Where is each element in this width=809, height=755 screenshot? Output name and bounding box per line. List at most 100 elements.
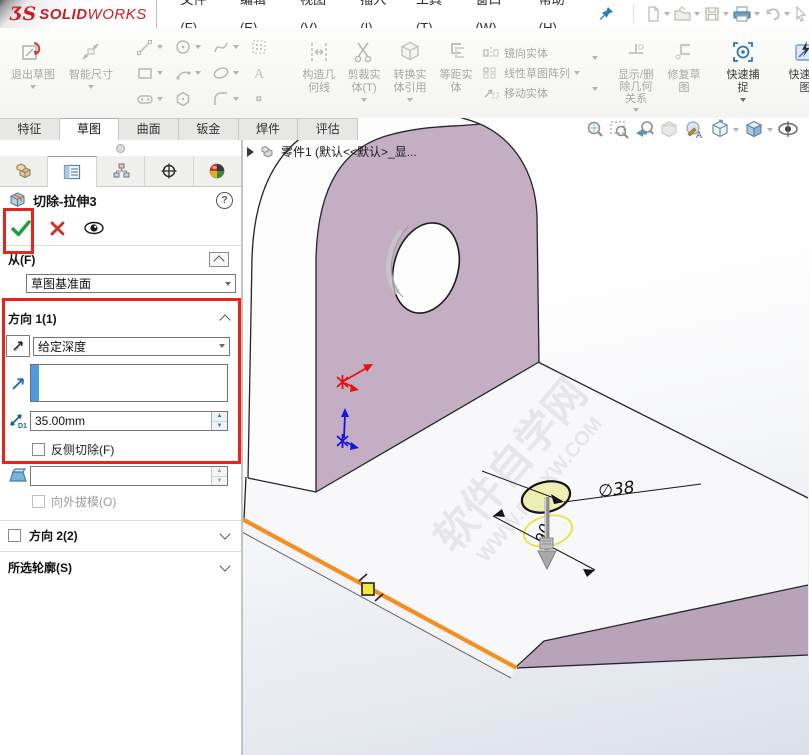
spline-tool[interactable] <box>208 34 246 60</box>
reverse-direction-button[interactable] <box>6 335 30 357</box>
tab-weldments[interactable]: 焊件 <box>239 118 299 140</box>
featuremanager-tab[interactable] <box>0 156 48 186</box>
save-caret[interactable] <box>723 12 729 16</box>
exit-sketch-button[interactable]: 退出草图 <box>4 31 62 115</box>
ribbon-overflow-carets[interactable] <box>588 28 602 118</box>
preview-eye-button[interactable] <box>83 220 105 236</box>
tab-evaluate[interactable]: 评估 <box>298 118 358 140</box>
flip-side-checkbox[interactable] <box>32 443 45 456</box>
selected-contours-expand-icon[interactable] <box>219 560 230 571</box>
move-entities-button[interactable]: 移动实体 <box>482 85 580 101</box>
from-plane-select[interactable]: 草图基准面 <box>26 274 236 293</box>
circle-tool[interactable] <box>170 34 208 60</box>
pin-menu-icon[interactable] <box>597 4 615 24</box>
graphics-viewport[interactable]: 零件1 (默认<<默认>_显... 软件自学网 WWW.RJZXW.COM <box>242 118 809 755</box>
select-cursor-button[interactable] <box>793 5 809 23</box>
undo-button[interactable] <box>763 5 790 23</box>
draft-spin-buttons[interactable]: ▲▼ <box>211 467 227 485</box>
offset-entities-button[interactable]: 等距实 体 <box>434 31 478 115</box>
undo-caret[interactable] <box>784 12 790 16</box>
direction2-checkbox[interactable] <box>8 529 21 542</box>
section-view-icon[interactable] <box>659 119 680 140</box>
ok-button[interactable] <box>10 218 32 238</box>
arc-tool[interactable] <box>170 60 208 86</box>
draft-angle-input[interactable]: ▲▼ <box>30 466 228 486</box>
zoom-to-area-icon[interactable] <box>609 119 630 140</box>
linear-pattern-caret[interactable] <box>574 71 580 75</box>
tree-expand-icon[interactable] <box>247 147 254 157</box>
tab-sketch[interactable]: 草图 <box>60 118 120 140</box>
convert-entities-caret[interactable] <box>407 98 413 102</box>
end-condition-select[interactable]: 给定深度 <box>33 337 230 356</box>
rectangle-caret[interactable] <box>157 71 163 75</box>
direction1-section-header[interactable]: 方向 1(1) <box>0 309 241 327</box>
print-button[interactable] <box>732 5 760 23</box>
text-tool[interactable]: A <box>246 60 284 86</box>
quick-snaps-caret[interactable] <box>740 98 746 102</box>
displaymanager-tab[interactable] <box>194 156 241 186</box>
new-document-caret[interactable] <box>664 12 670 16</box>
previous-view-icon[interactable] <box>634 119 655 140</box>
exit-sketch-caret[interactable] <box>30 85 36 89</box>
direction2-expand-icon[interactable] <box>219 528 230 539</box>
mirror-entities-button[interactable]: 镜向实体 <box>482 45 580 61</box>
display-delete-relations-button[interactable]: 显示/删 除几何 关系 <box>610 31 662 115</box>
repair-sketch-button[interactable]: 修复草 图 <box>662 31 706 115</box>
smart-dimension-button[interactable]: 智能尺寸 <box>62 31 120 115</box>
display-style-caret[interactable] <box>767 128 773 132</box>
display-delete-relations-caret[interactable] <box>633 108 639 112</box>
open-caret[interactable] <box>694 12 700 16</box>
configurationmanager-tab[interactable] <box>97 156 145 186</box>
depth-input[interactable]: 35.00mm ▲▼ <box>30 411 228 431</box>
display-style-icon[interactable] <box>743 119 773 140</box>
panel-splitter-grip[interactable] <box>0 140 241 156</box>
ellipse-tool[interactable] <box>208 60 246 86</box>
polygon-tool[interactable] <box>170 86 208 112</box>
dimxpertmanager-tab[interactable] <box>145 156 193 186</box>
tab-surfaces[interactable]: 曲面 <box>119 118 179 140</box>
print-caret[interactable] <box>754 12 760 16</box>
spline-caret[interactable] <box>233 45 239 49</box>
quick-snaps-button[interactable]: 快速捕 捉 <box>718 31 768 115</box>
linear-sketch-pattern-button[interactable]: 线性草图阵列 <box>482 65 580 81</box>
save-button[interactable] <box>703 5 729 23</box>
slot-caret[interactable] <box>157 97 163 101</box>
direction1-collapse-icon[interactable] <box>219 314 230 325</box>
ellipse-caret[interactable] <box>233 71 239 75</box>
help-icon[interactable]: ? <box>216 192 233 209</box>
rectangle-tool[interactable] <box>132 60 170 86</box>
tab-features[interactable]: 特征 <box>0 118 60 140</box>
view-orientation-caret[interactable] <box>733 128 739 132</box>
flyout-feature-tree[interactable]: 零件1 (默认<<默认>_显... <box>247 143 417 160</box>
edit-appearance-icon[interactable]: A <box>684 119 705 140</box>
depth-spin-buttons[interactable]: ▲▼ <box>211 412 227 430</box>
direction2-section-header[interactable]: 方向 2(2) <box>0 525 241 545</box>
rapid-sketch-button[interactable]: 快速草 图 <box>780 31 809 115</box>
trim-entities-caret[interactable] <box>361 98 367 102</box>
slot-tool[interactable] <box>132 86 170 112</box>
hide-show-items-icon[interactable] <box>777 119 799 140</box>
tab-sheet-metal[interactable]: 钣金 <box>179 118 239 140</box>
arc-caret[interactable] <box>195 71 201 75</box>
zoom-to-fit-icon[interactable] <box>584 119 605 140</box>
fillet-caret[interactable] <box>233 97 239 101</box>
circle-caret[interactable] <box>195 45 201 49</box>
flip-side-checkbox-row[interactable]: 反侧切除(F) <box>0 441 241 458</box>
line-caret[interactable] <box>157 45 163 49</box>
point-tool[interactable] <box>246 86 284 112</box>
view-orientation-icon[interactable] <box>709 119 739 140</box>
propertymanager-tab[interactable] <box>48 156 96 187</box>
new-document-button[interactable] <box>644 5 670 23</box>
from-section-header[interactable]: 从(F) <box>0 250 241 268</box>
from-collapse-icon[interactable] <box>209 252 229 267</box>
smart-dimension-caret[interactable] <box>88 85 94 89</box>
cancel-button[interactable] <box>50 221 65 236</box>
direction-reference-box[interactable] <box>30 364 228 402</box>
selected-contours-section-header[interactable]: 所选轮廓(S) <box>0 557 241 577</box>
construction-geometry-button[interactable]: 构造几 何线 <box>296 31 342 115</box>
fillet-tool[interactable] <box>208 86 246 112</box>
sketch-pattern-tool[interactable] <box>246 34 284 60</box>
open-button[interactable] <box>673 5 700 23</box>
trim-entities-button[interactable]: 剪裁实 体(T) <box>342 31 386 115</box>
model-canvas[interactable]: 软件自学网 WWW.RJZXW.COM ∅38 <box>242 118 809 755</box>
